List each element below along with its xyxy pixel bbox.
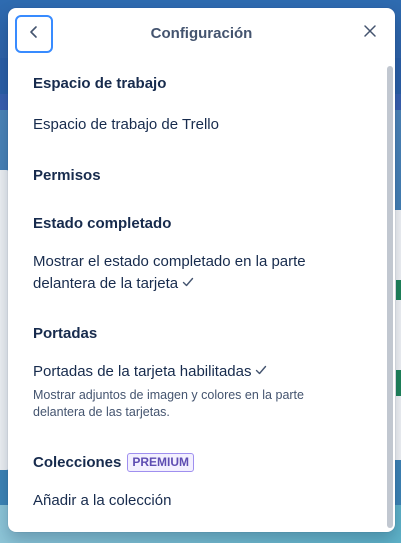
settings-popover: Configuración Espacio de trabajo Espacio… xyxy=(8,8,395,532)
covers-description-line1: Mostrar adjuntos de imagen y colores en … xyxy=(33,388,304,402)
completed-status-label-line2: delantera de la tarjeta xyxy=(33,275,179,292)
close-icon xyxy=(363,24,377,43)
collections-heading: Colecciones PREMIUM xyxy=(33,453,195,472)
popover-header: Configuración xyxy=(8,8,395,60)
completed-status-toggle[interactable]: Mostrar el estado completado en la parte… xyxy=(33,251,373,295)
covers-description: Mostrar adjuntos de imagen y colores en … xyxy=(33,387,304,421)
add-to-collection-item[interactable]: Añadir a la colección xyxy=(33,490,171,512)
covers-description-line2: delantera de las tarjetas. xyxy=(33,405,170,419)
covers-heading: Portadas xyxy=(33,325,98,342)
permissions-heading[interactable]: Permisos xyxy=(33,167,101,184)
completed-status-heading: Estado completado xyxy=(33,215,172,232)
covers-label: Portadas de la tarjeta habilitadas xyxy=(33,363,252,380)
covers-toggle[interactable]: Portadas de la tarjeta habilitadas xyxy=(33,361,267,383)
check-icon xyxy=(255,361,267,383)
close-button[interactable] xyxy=(357,20,383,46)
completed-status-label-line1: Mostrar el estado completado en la parte xyxy=(33,253,306,270)
scrollbar[interactable] xyxy=(387,66,393,528)
board-label-green xyxy=(396,370,401,396)
workspace-item[interactable]: Espacio de trabajo de Trello xyxy=(33,114,219,136)
board-list-right xyxy=(394,210,401,460)
premium-badge: PREMIUM xyxy=(127,453,195,472)
popover-title: Configuración xyxy=(150,25,253,42)
check-icon xyxy=(182,273,194,295)
collections-heading-label: Colecciones xyxy=(33,454,122,471)
board-label-green xyxy=(396,280,401,300)
workspace-heading: Espacio de trabajo xyxy=(33,75,167,92)
